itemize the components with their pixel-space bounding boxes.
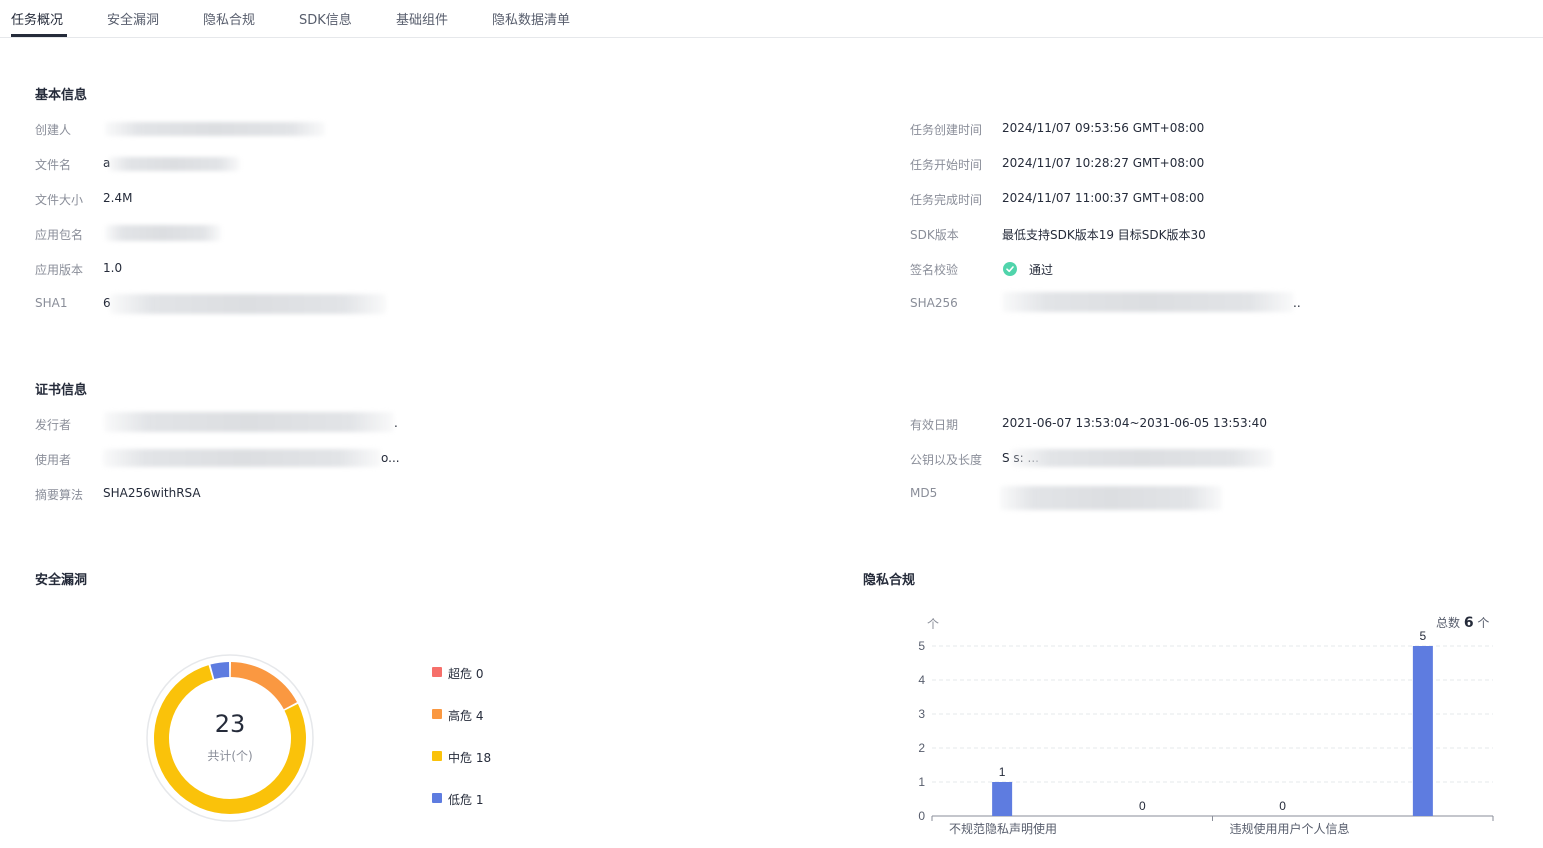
y-tick-label: 5 (918, 639, 925, 653)
task-created-value: 2024/11/07 09:53:56 GMT+08:00 (1002, 121, 1205, 135)
tab-sdk-info[interactable]: SDK信息 (299, 9, 352, 28)
y-tick-label: 1 (918, 775, 925, 789)
filename-label: 文件名 (35, 158, 72, 172)
bar (992, 782, 1013, 816)
issuer-value: . (394, 416, 398, 430)
task-started-value: 2024/11/07 10:28:27 GMT+08:00 (1002, 156, 1205, 170)
legend-medium-swatch (432, 751, 442, 761)
public-key-redaction (1011, 449, 1273, 467)
legend-critical-label: 超危 0 (448, 667, 484, 681)
tab-bar: 任务概况 安全漏洞 隐私合规 SDK信息 基础组件 隐私数据清单 (0, 0, 1543, 38)
creator-label: 创建人 (35, 123, 72, 137)
legend-high-swatch (432, 709, 442, 719)
privacy-section-title: 隐私合规 (863, 573, 916, 588)
legend-low-label: 低危 1 (448, 793, 484, 807)
public-key-label: 公钥以及长度 (910, 453, 983, 467)
issuer-label: 发行者 (35, 418, 72, 432)
donut-slice-1[interactable] (230, 662, 298, 710)
subject-redaction (103, 449, 381, 467)
legend-medium-label: 中危 18 (448, 751, 492, 765)
issuer-redaction (104, 412, 394, 432)
app-version-label: 应用版本 (35, 263, 84, 277)
tab-basic-components[interactable]: 基础组件 (396, 9, 448, 28)
digest-algorithm-label: 摘要算法 (35, 488, 84, 502)
legend-high-label: 高危 4 (448, 709, 484, 723)
x-category-label: 不规范隐私声明使用 (949, 821, 1057, 836)
vuln-donut-chart (145, 653, 315, 823)
md5-redaction (1000, 486, 1222, 510)
bar-value-label: 0 (1279, 799, 1286, 813)
y-tick-label: 4 (918, 673, 925, 687)
cert-info-title: 证书信息 (35, 383, 88, 398)
sha256-value: .. (1293, 296, 1301, 310)
y-tick-label: 2 (918, 741, 925, 755)
digest-algorithm-value: SHA256withRSA (103, 486, 201, 500)
y-tick-label: 3 (918, 707, 925, 721)
filesize-value: 2.4M (103, 191, 133, 205)
privacy-bar-chart: 0 1 2 3 4 5 1 不规范隐私声明使用 0 0 违规使用用户个人信息 5 (918, 629, 1494, 836)
task-completed-label: 任务完成时间 (910, 193, 983, 207)
package-name-redaction (105, 225, 221, 241)
tab-security-vulnerabilities[interactable]: 安全漏洞 (107, 9, 159, 28)
tab-privacy-data-list[interactable]: 隐私数据清单 (492, 9, 570, 28)
donut-slice-3[interactable] (210, 662, 230, 680)
filesize-label: 文件大小 (35, 193, 84, 207)
sha256-label: SHA256 (910, 296, 958, 310)
x-category-label: 违规使用用户个人信息 (1230, 821, 1350, 836)
validity-label: 有效日期 (910, 418, 959, 432)
task-started-label: 任务开始时间 (910, 158, 983, 172)
legend-critical-swatch (432, 667, 442, 677)
tab-task-overview[interactable]: 任务概况 (11, 9, 63, 28)
vuln-total-label: 共计(个) (207, 749, 253, 763)
sha1-label: SHA1 (35, 296, 68, 310)
vuln-total-count: 23 (214, 710, 246, 738)
vuln-section-title: 安全漏洞 (35, 573, 88, 588)
legend-low-swatch (432, 793, 442, 803)
task-created-label: 任务创建时间 (910, 123, 983, 137)
app-version-value: 1.0 (103, 261, 123, 275)
sdk-version-label: SDK版本 (910, 228, 959, 242)
active-tab-indicator (11, 34, 67, 37)
signature-check-value: 通过 (1029, 263, 1054, 277)
package-name-label: 应用包名 (35, 228, 84, 242)
tab-privacy-compliance[interactable]: 隐私合规 (203, 9, 255, 28)
filename-redaction (108, 157, 240, 171)
check-circle-icon (1003, 262, 1017, 276)
creator-redaction (105, 122, 325, 136)
bar (1412, 646, 1433, 816)
bar-value-label: 1 (999, 765, 1006, 779)
validity-value: 2021-06-07 13:53:04~2031-06-05 13:53:40 (1002, 416, 1267, 430)
basic-info-title: 基本信息 (35, 88, 88, 103)
subject-value: o... (381, 451, 400, 465)
subject-label: 使用者 (35, 453, 72, 467)
bar-value-label: 5 (1420, 629, 1427, 643)
md5-label: MD5 (910, 486, 938, 500)
sdk-version-value: 最低支持SDK版本19 目标SDK版本30 (1002, 228, 1206, 242)
sha256-redaction (1002, 292, 1294, 312)
bar-value-label: 0 (1139, 799, 1146, 813)
sha1-redaction (110, 294, 386, 314)
signature-check-label: 签名校验 (910, 263, 959, 277)
y-tick-label: 0 (918, 809, 925, 823)
task-completed-value: 2024/11/07 11:00:37 GMT+08:00 (1002, 191, 1205, 205)
